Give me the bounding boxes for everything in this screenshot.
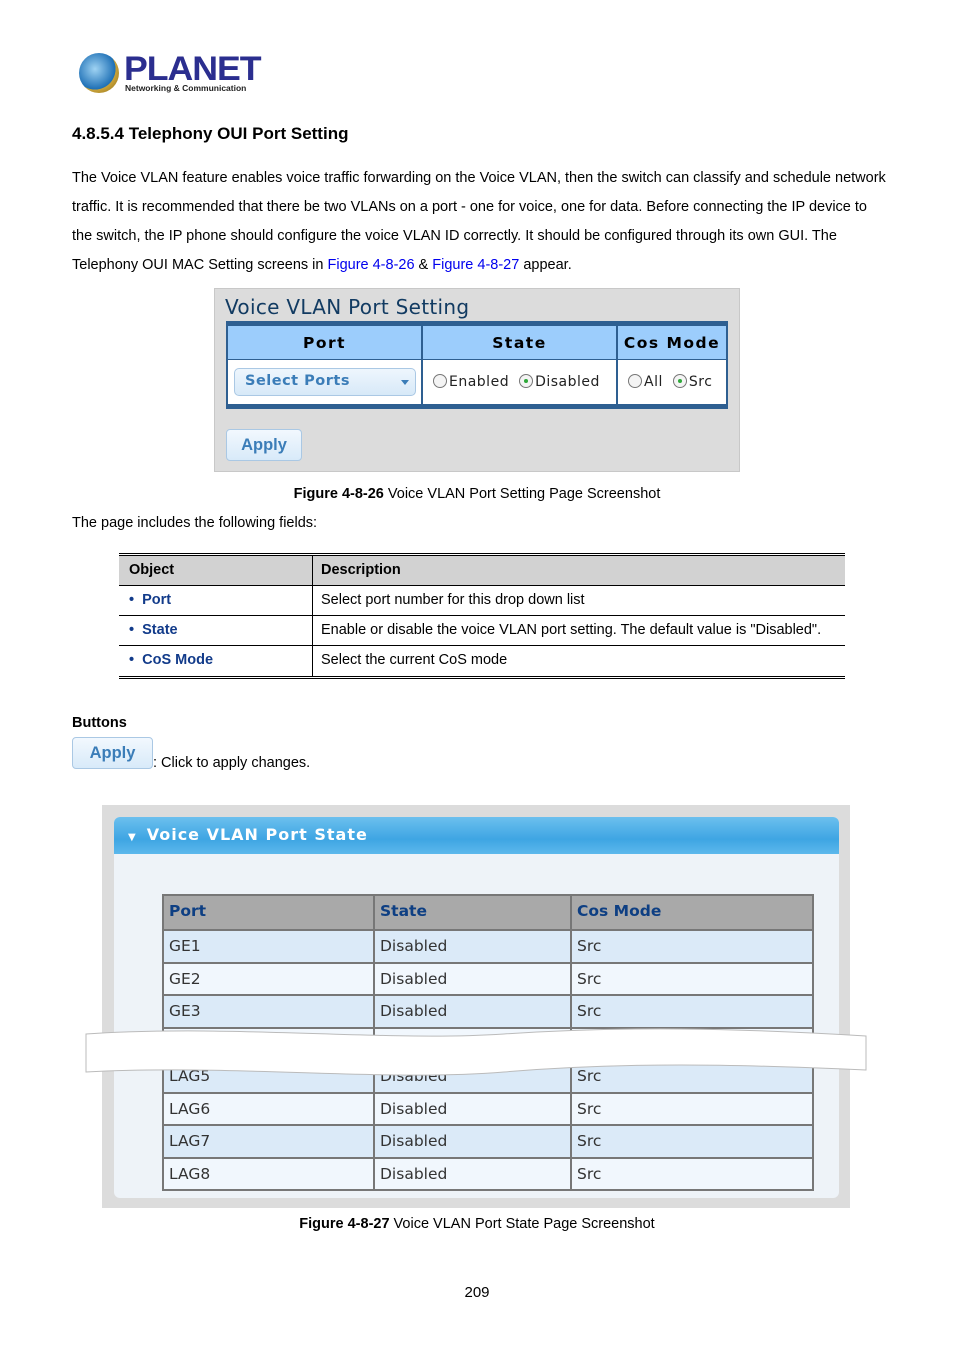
cos-mode-cell: Src xyxy=(572,1158,812,1189)
fields-intro: The page includes the following fields: xyxy=(72,515,318,531)
chevron-down-icon xyxy=(401,380,409,389)
select-ports-dropdown[interactable]: Select Ports xyxy=(234,368,416,396)
port-cell: GE3 xyxy=(164,996,375,1027)
header-cos-mode: Cos Mode xyxy=(618,326,726,359)
state-cell: Disabled xyxy=(375,996,572,1027)
cos-all-radio[interactable]: All xyxy=(628,374,663,390)
figure-link-26[interactable]: Figure 4-8-26 xyxy=(327,257,414,273)
table-row: • CoS Mode Select the current CoS mode xyxy=(119,646,845,676)
table-row: GE3 Disabled Src xyxy=(164,994,812,1027)
state-enabled-radio[interactable]: Enabled xyxy=(433,374,509,390)
apply-button[interactable]: Apply xyxy=(226,429,302,461)
header-state: State xyxy=(423,326,618,359)
apply-description: : Click to apply changes. xyxy=(153,755,311,771)
state-cell: Disabled xyxy=(375,1093,572,1124)
port-cell: GE2 xyxy=(164,963,375,994)
torn-page-break xyxy=(85,1028,867,1076)
table-row: LAG6 Disabled Src xyxy=(164,1091,812,1124)
figure-link-27[interactable]: Figure 4-8-27 xyxy=(432,257,519,273)
voice-vlan-port-state-screenshot: ▼ Voice VLAN Port State Port State Cos Mode… xyxy=(102,805,850,1208)
logo-tagline: Networking & Communication xyxy=(125,83,247,93)
table-row: LAG7 Disabled Src xyxy=(164,1124,812,1157)
port-setting-table: Port State Cos Mode Select Ports Enabled… xyxy=(226,321,728,409)
table-row: • Port Select port number for this drop d… xyxy=(119,586,845,616)
buttons-heading: Buttons xyxy=(72,715,127,731)
planet-logo-globe xyxy=(79,53,119,93)
state-cell: Disabled xyxy=(375,1126,572,1157)
intro-paragraph: The Voice VLAN feature enables voice tra… xyxy=(72,170,886,273)
collapse-triangle-icon: ▼ xyxy=(128,832,137,843)
state-disabled-radio[interactable]: Disabled xyxy=(519,374,600,390)
state-cell: Disabled xyxy=(375,1158,572,1189)
cos-mode-cell: Src xyxy=(572,996,812,1027)
state-cell: Disabled xyxy=(375,963,572,994)
table-row: LAG8 Disabled Src xyxy=(164,1156,812,1189)
port-cell: LAG8 xyxy=(164,1158,375,1189)
figure-caption-26: Figure 4-8-26 Voice VLAN Port Setting Pa… xyxy=(293,486,661,502)
port-cell: GE1 xyxy=(164,931,375,962)
header-state: State xyxy=(375,896,572,929)
header-description: Description xyxy=(321,562,401,578)
port-cell: LAG6 xyxy=(164,1093,375,1124)
section-title: 4.8.5.4 Telephony OUI Port Setting xyxy=(72,124,349,143)
cos-mode-cell: Src xyxy=(572,963,812,994)
table-row: GE2 Disabled Src xyxy=(164,961,812,994)
header-cos-mode: Cos Mode xyxy=(572,896,812,929)
voice-vlan-port-setting-screenshot: Voice VLAN Port Setting Port State Cos M… xyxy=(214,288,740,472)
cos-src-radio[interactable]: Src xyxy=(672,374,713,390)
cos-mode-cell: Src xyxy=(572,1126,812,1157)
table-row: GE1 Disabled Src xyxy=(164,929,812,962)
panel-header[interactable]: ▼ Voice VLAN Port State xyxy=(114,817,839,854)
header-port: Port xyxy=(228,326,423,359)
figure-caption-27: Figure 4-8-27 Voice VLAN Port State Page… xyxy=(299,1216,655,1232)
header-port: Port xyxy=(164,896,375,929)
state-cell: Disabled xyxy=(375,931,572,962)
fields-table: Object Description • Port Select port numb… xyxy=(119,553,845,679)
table-row: • State Enable or disable the voice VLAN … xyxy=(119,616,845,646)
panel-title: Voice VLAN Port Setting xyxy=(225,295,470,319)
port-cell: LAG7 xyxy=(164,1126,375,1157)
cos-mode-cell: Src xyxy=(572,931,812,962)
apply-button-sample[interactable]: Apply xyxy=(72,737,153,769)
header-object: Object xyxy=(119,556,313,585)
cos-mode-cell: Src xyxy=(572,1093,812,1124)
page-number: 209 xyxy=(464,1284,490,1301)
